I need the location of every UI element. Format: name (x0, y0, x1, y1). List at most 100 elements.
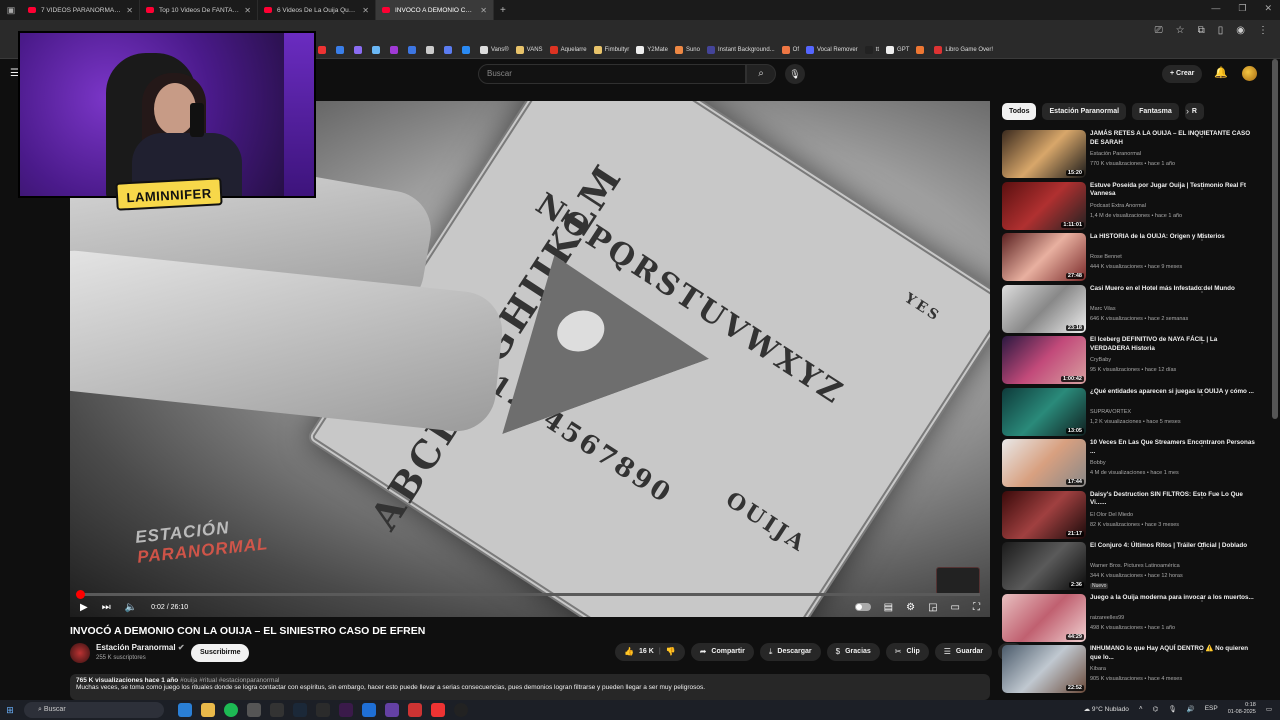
bookmark-item[interactable]: GPT (886, 46, 909, 54)
windows-start-icon[interactable]: ⊞ (0, 705, 20, 716)
clip-button[interactable]: ✂ Clip (885, 643, 929, 661)
browser-tab[interactable]: 6 Videos De La Ouija Que Capt ✕ (258, 0, 376, 20)
bookmark-item[interactable]: Aquelarre (549, 46, 587, 54)
bookmark-item[interactable] (354, 46, 365, 54)
more-options-icon[interactable]: ⋮ (1198, 439, 1206, 448)
recommended-video[interactable]: 15:20 JAMÁS RETES A LA OUIJA – EL INQUIET… (1002, 130, 1266, 178)
restore-icon[interactable]: ❐ (1238, 3, 1246, 14)
recommended-title[interactable]: INHUMANO lo que Hay AQUÍ DENTRO ⚠️ No qu… (1090, 645, 1258, 662)
bookmark-item[interactable]: Vans® (480, 46, 509, 54)
theater-mode-icon[interactable]: ▭ (951, 602, 960, 613)
app-icon[interactable] (408, 703, 422, 717)
channel-logo-overlay[interactable] (936, 567, 980, 595)
more-options-icon[interactable]: ⋮ (1198, 542, 1206, 551)
bookmark-item[interactable] (336, 46, 347, 54)
bookmark-item[interactable]: Libro Game Over! (934, 46, 993, 54)
filter-chip[interactable]: Fantasma (1132, 103, 1179, 120)
bookmark-item[interactable] (462, 46, 473, 54)
app-icon[interactable] (454, 703, 468, 717)
search-button[interactable]: ⌕ (746, 64, 776, 84)
mic-icon[interactable]: 🎙 (1168, 705, 1176, 713)
new-tab-icon[interactable]: + (500, 5, 506, 16)
more-options-icon[interactable]: ⋮ (1198, 645, 1206, 654)
minimize-icon[interactable]: — (1211, 3, 1220, 14)
app-icon[interactable] (316, 703, 330, 717)
recommended-title[interactable]: Estuve Poseída por Jugar Ouija | Testimo… (1090, 182, 1258, 199)
recommended-title[interactable]: La HISTORIA de la OUIJA: Origen y Mister… (1090, 233, 1258, 242)
browser-menu-icon[interactable]: ⋮ (1258, 25, 1268, 36)
recommended-channel[interactable]: Marc Vilas (1090, 306, 1116, 312)
subtitles-icon[interactable]: ▤ (884, 602, 893, 613)
sidebar-icon[interactable]: ▯ (1218, 25, 1224, 36)
bookmark-item[interactable]: Fimbultyr (593, 46, 629, 54)
recommended-channel[interactable]: SUPRAVORTEX (1090, 409, 1131, 415)
hashtags[interactable]: #ouija #ritual #estacionparanormal (180, 677, 279, 684)
bookmark-item[interactable]: Instant Background... (706, 46, 775, 54)
share-button[interactable]: ➦ Compartir (690, 643, 754, 661)
recommended-channel[interactable]: Rose Bennet (1090, 254, 1122, 260)
recommended-video[interactable]: 13:05 ¿Qué entidades aparecen si juegas l… (1002, 387, 1266, 436)
voice-search-button[interactable]: 🎙 (785, 64, 805, 84)
more-options-icon[interactable]: ⋮ (1198, 233, 1206, 242)
subscribe-button[interactable]: Suscribirme (191, 644, 250, 662)
tab-menu-icon[interactable]: ▣ (0, 5, 22, 16)
speaker-icon[interactable]: 🔊 (1187, 705, 1195, 713)
chrome-icon[interactable] (247, 703, 261, 717)
autoplay-toggle[interactable] (854, 603, 871, 611)
search-input[interactable]: Buscar (478, 64, 746, 84)
recommended-video[interactable]: 21:17 Daisy's Destruction SIN FILTROS: Es… (1002, 490, 1266, 539)
save-button[interactable]: ☰ Guardar (934, 643, 993, 661)
chips-next-icon[interactable]: › (1186, 106, 1189, 116)
create-button[interactable]: + Crear (1162, 65, 1203, 83)
channel-avatar[interactable] (70, 643, 90, 663)
video-thumbnail[interactable]: 13:05 (1002, 387, 1086, 436)
recommended-video[interactable]: 17:44 10 Veces En Las Que Streamers Encon… (1002, 439, 1266, 487)
obs-icon[interactable] (270, 703, 284, 717)
bookmark-item[interactable] (916, 46, 927, 54)
filter-chip[interactable]: Todos (1002, 103, 1037, 120)
recommended-title[interactable]: El Iceberg DEFINITIVO de NAYA FÁCIL | La… (1090, 336, 1258, 353)
recommended-channel[interactable]: Kibara (1090, 666, 1106, 672)
progress-bar[interactable] (76, 590, 980, 599)
bookmark-item[interactable] (444, 46, 455, 54)
app-icon[interactable] (339, 703, 353, 717)
settings-gear-icon[interactable]: ⚙ (906, 602, 915, 613)
close-tab-icon[interactable]: ✕ (362, 6, 369, 15)
recommended-video[interactable]: 23:18 Casi Muero en el Hotel más Infestad… (1002, 284, 1266, 333)
browser-tab[interactable]: INVOCÓ A DEMONIO CON LA ✕ (376, 0, 494, 20)
close-tab-icon[interactable]: ✕ (126, 6, 133, 15)
video-thumbnail[interactable]: 27:48 (1002, 233, 1086, 281)
video-thumbnail[interactable]: 15:20 (1002, 130, 1086, 178)
more-options-icon[interactable]: ⋮ (1198, 130, 1206, 139)
recommended-video[interactable]: 1:00:42 El Iceberg DEFINITIVO de NAYA FÁC… (1002, 336, 1266, 384)
page-scrollbar[interactable] (1272, 59, 1278, 419)
description-box[interactable]: 765 K visualizaciones hace 1 año #ouija … (70, 674, 990, 700)
channel-name[interactable]: Estación Paranormal ✔ (96, 643, 185, 652)
extensions-icon[interactable]: ⧉ (1198, 25, 1205, 36)
browser-tab[interactable]: 7 VIDEOS PARANORMALES ✕ (22, 0, 140, 20)
recommended-channel[interactable]: Bobby (1090, 460, 1106, 466)
recommended-channel[interactable]: El Olor Del Miedo (1090, 512, 1133, 518)
more-options-icon[interactable]: ⋮ (1198, 491, 1206, 500)
bookmark-item[interactable]: tt (864, 46, 879, 54)
bookmark-item[interactable]: Of (781, 46, 799, 54)
bookmark-star-icon[interactable]: ☆ (1176, 25, 1185, 36)
recommended-video[interactable]: 44:29 Juego a la Ouija moderna para invoc… (1002, 593, 1266, 642)
recommended-video[interactable]: 22:52 INHUMANO lo que Hay AQUÍ DENTRO ⚠️ … (1002, 645, 1266, 693)
app-icon[interactable] (362, 703, 376, 717)
recommended-title[interactable]: 10 Veces En Las Que Streamers Encontraro… (1090, 439, 1258, 456)
steam-icon[interactable] (293, 703, 307, 717)
fullscreen-icon[interactable]: ⛶ (973, 602, 980, 613)
video-thumbnail[interactable]: 2:36 (1002, 542, 1086, 590)
thanks-button[interactable]: $ Gracias (826, 643, 880, 661)
recommended-video[interactable]: 27:48 La HISTORIA de la OUIJA: Origen y M… (1002, 233, 1266, 281)
network-icon[interactable]: ⌬ (1153, 705, 1159, 713)
bookmark-item[interactable] (426, 46, 437, 54)
tray-chevron-icon[interactable]: ˄ (1139, 705, 1143, 712)
play-icon[interactable]: ▶ (80, 602, 88, 613)
bookmark-item[interactable]: Vocal Remover (806, 46, 858, 54)
video-thumbnail[interactable]: 1:00:42 (1002, 336, 1086, 384)
bookmark-item[interactable] (318, 46, 329, 54)
recommended-title[interactable]: JAMÁS RETES A LA OUIJA – EL INQUIETANTE … (1090, 130, 1258, 147)
close-window-icon[interactable]: ✕ (1264, 3, 1272, 14)
